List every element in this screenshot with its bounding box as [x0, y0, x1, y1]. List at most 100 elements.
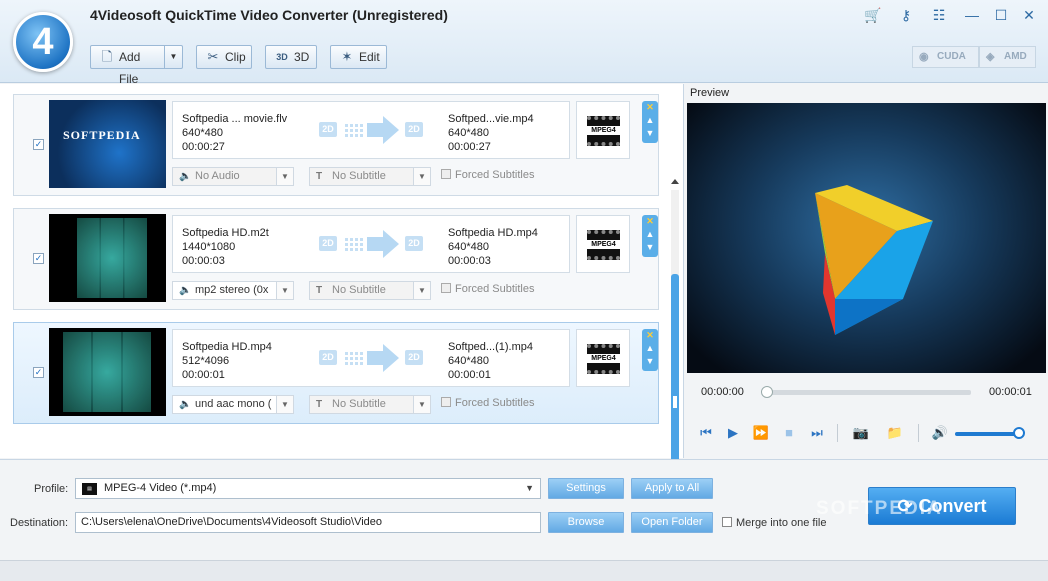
audio-track-select[interactable]: 🔈 No Audio ▼ [172, 167, 294, 186]
audio-track-select[interactable]: 🔈 und aac mono ( ▼ [172, 395, 294, 414]
3d-button[interactable]: 3D 3D [265, 45, 317, 69]
convert-arrow-icon [345, 230, 399, 258]
skip-forward-icon[interactable]: ⏭ [808, 424, 826, 442]
seek-slider[interactable] [761, 386, 971, 398]
subtitle-select[interactable]: T No Subtitle ▼ [309, 281, 431, 300]
cart-icon[interactable]: 🛒 [862, 5, 884, 25]
row-side-controls: ✕ ▲ ▼ [642, 329, 658, 371]
destination-label: Destination: [10, 517, 69, 529]
play-icon[interactable]: ▶ [724, 424, 742, 442]
seek-handle[interactable] [761, 386, 773, 398]
volume-slider[interactable] [955, 427, 1025, 439]
output-filename: Softped...vie.mp4 [448, 113, 534, 125]
film-icon: MPEG4 [587, 344, 620, 374]
settings-button[interactable]: Settings [548, 478, 624, 499]
move-up-icon[interactable]: ▲ [642, 342, 658, 355]
format-label: MPEG4 [587, 126, 620, 135]
close-button[interactable]: ✕ [1018, 5, 1040, 25]
preview-panel: Preview 00:00:00 00:00:01 ⏮ ▶ ⏩ ■ ⏭ 📷 📁 … [685, 84, 1048, 458]
stop-icon[interactable]: ■ [780, 424, 798, 442]
cuda-button[interactable]: ◉ CUDA [912, 46, 979, 68]
conversion-info: Softpedia HD.mp4 512*4096 00:00:01 2D 2D… [172, 329, 570, 387]
checkbox-box [722, 517, 732, 527]
file-row[interactable]: ✓ Softpedia HD.m2t 1440*1080 00:00:03 2D… [13, 208, 659, 310]
clip-button[interactable]: ✂ Clip [196, 45, 252, 69]
minimize-button[interactable]: ― [961, 5, 983, 25]
source-filename: Softpedia HD.mp4 [182, 341, 272, 353]
speaker-icon: 🔈 [179, 399, 192, 410]
video-thumbnail [49, 214, 166, 302]
3d-icon: 3D [276, 52, 288, 62]
subtitle-select[interactable]: T No Subtitle ▼ [309, 167, 431, 186]
move-down-icon[interactable]: ▼ [642, 127, 658, 140]
output-duration: 00:00:01 [448, 369, 491, 381]
file-list: ✓ SOFTPEDIA Softpedia ... movie.flv 640*… [0, 84, 684, 541]
file-checkbox[interactable]: ✓ [33, 367, 44, 378]
feedback-icon[interactable]: ☷ [928, 5, 950, 25]
forced-subtitles-checkbox[interactable]: Forced Subtitles [441, 283, 534, 295]
remove-file-icon[interactable]: ✕ [642, 101, 658, 114]
chevron-down-icon: ▼ [413, 168, 430, 185]
file-row[interactable]: ✓ SOFTPEDIA Softpedia ... movie.flv 640*… [13, 94, 659, 196]
move-up-icon[interactable]: ▲ [642, 228, 658, 241]
file-row[interactable]: ✓ Softpedia HD.mp4 512*4096 00:00:01 2D … [13, 322, 659, 424]
apply-to-all-button[interactable]: Apply to All [631, 478, 713, 499]
output-filename: Softped...(1).mp4 [448, 341, 533, 353]
output-format-button[interactable]: MPEG4 [576, 329, 630, 387]
nvidia-icon: ◉ [919, 51, 929, 63]
preview-logo-icon [815, 185, 933, 335]
key-icon[interactable]: ⚷ [895, 5, 917, 25]
remove-file-icon[interactable]: ✕ [642, 329, 658, 342]
amd-icon: ◈ [986, 51, 995, 63]
audio-track-value: und aac mono ( [195, 398, 272, 410]
volume-icon[interactable]: 🔊 [931, 424, 949, 442]
maximize-button[interactable]: ☐ [990, 5, 1012, 25]
text-icon: T [316, 399, 323, 410]
checkbox-box [441, 397, 451, 407]
edit-button[interactable]: ✶ Edit [330, 45, 387, 69]
file-checkbox[interactable]: ✓ [33, 253, 44, 264]
volume-handle[interactable] [1012, 427, 1025, 439]
folder-icon[interactable]: 📁 [886, 424, 904, 442]
output-resolution: 640*480 [448, 127, 489, 139]
checkbox-box [441, 169, 451, 179]
output-duration: 00:00:27 [448, 141, 491, 153]
open-folder-button[interactable]: Open Folder [631, 512, 713, 533]
divider [918, 424, 919, 442]
output-format-button[interactable]: MPEG4 [576, 101, 630, 159]
move-up-icon[interactable]: ▲ [642, 114, 658, 127]
browse-button[interactable]: Browse [548, 512, 624, 533]
destination-field[interactable]: C:\Users\elena\OneDrive\Documents\4Video… [75, 512, 541, 533]
move-down-icon[interactable]: ▼ [642, 241, 658, 254]
move-down-icon[interactable]: ▼ [642, 355, 658, 368]
file-checkbox[interactable]: ✓ [33, 139, 44, 150]
input-2d-badge: 2D [319, 350, 337, 365]
output-format-button[interactable]: MPEG4 [576, 215, 630, 273]
cuda-label: CUDA [937, 51, 966, 62]
speaker-icon: 🔈 [179, 171, 192, 182]
audio-track-select[interactable]: 🔈 mp2 stereo (0x ▼ [172, 281, 294, 300]
watermark: SOFTPEDIA [816, 498, 943, 519]
output-info: Softpedia HD.mp4 640*480 00:00:03 [448, 226, 538, 268]
subtitle-select[interactable]: T No Subtitle ▼ [309, 395, 431, 414]
amd-button[interactable]: ◈ AMD [979, 46, 1036, 68]
output-2d-badge: 2D [405, 122, 423, 137]
source-resolution: 512*4096 [182, 355, 230, 367]
app-window: 4 4Videosoft QuickTime Video Converter (… [0, 0, 1048, 581]
camera-icon[interactable]: 📷 [852, 424, 870, 442]
profile-select[interactable]: ▤ MPEG-4 Video (*.mp4) ▼ [75, 478, 541, 499]
forced-subtitles-checkbox[interactable]: Forced Subtitles [441, 169, 534, 181]
fast-forward-icon[interactable]: ⏩ [752, 424, 770, 442]
forced-subtitles-checkbox[interactable]: Forced Subtitles [441, 397, 534, 409]
text-icon: T [316, 171, 323, 182]
source-duration: 00:00:01 [182, 369, 225, 381]
skip-back-icon[interactable]: ⏮ [697, 424, 715, 442]
window-title: 4Videosoft QuickTime Video Converter (Un… [90, 7, 448, 23]
output-filename: Softpedia HD.mp4 [448, 227, 538, 239]
text-icon: T [316, 285, 323, 296]
merge-checkbox[interactable]: Merge into one file [722, 517, 827, 529]
row-side-controls: ✕ ▲ ▼ [642, 101, 658, 143]
remove-file-icon[interactable]: ✕ [642, 215, 658, 228]
add-file-dropdown[interactable]: ▼ [164, 46, 182, 68]
add-file-button[interactable]: 🗋 Add File ▼ [90, 45, 183, 86]
